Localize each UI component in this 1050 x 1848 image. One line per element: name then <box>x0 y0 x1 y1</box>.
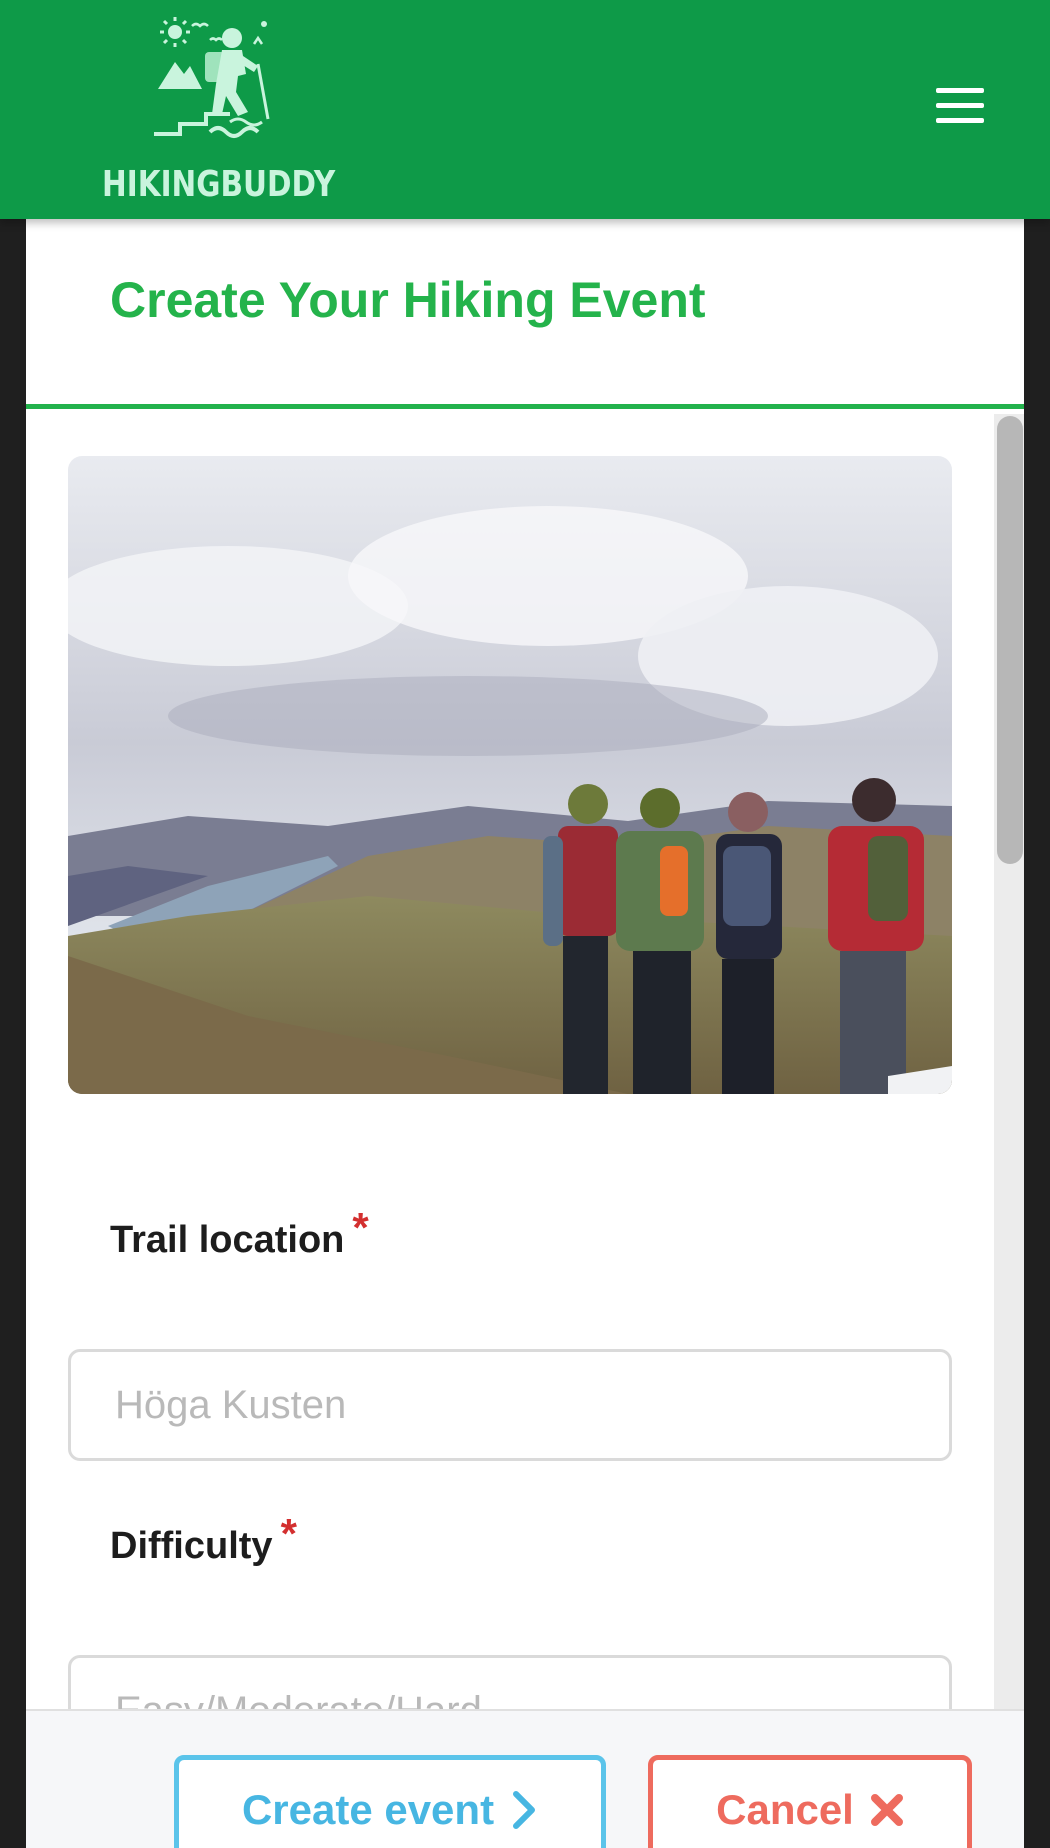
create-event-label: Create event <box>241 1786 495 1833</box>
brand-name: HIKINGBUDDY <box>102 164 336 205</box>
close-x-icon <box>870 1794 903 1826</box>
cancel-button[interactable]: Cancel <box>648 1755 972 1848</box>
trail-location-label-text: Trail location <box>110 1219 345 1261</box>
trail-location-label: Trail location * <box>110 1204 369 1262</box>
scrollbar-track[interactable] <box>994 414 1024 1714</box>
cancel-label: Cancel <box>716 1786 854 1833</box>
hamburger-menu-icon[interactable] <box>928 88 992 132</box>
difficulty-label-text: Difficulty <box>110 1525 273 1567</box>
modal-header: Create Your Hiking Event <box>26 219 1024 409</box>
brand-logo[interactable]: HIKINGBUDDY <box>100 14 340 205</box>
difficulty-input[interactable] <box>68 1655 952 1709</box>
modal-scroll-area[interactable]: Trail location* Difficulty* <box>26 414 1024 1709</box>
hero-image <box>68 456 952 1094</box>
page-title: Create Your Hiking Event <box>110 272 706 328</box>
modal-footer: Create event Cancel <box>26 1709 1024 1848</box>
scrollbar-thumb[interactable] <box>997 416 1023 864</box>
hiker-logo-icon <box>154 17 270 138</box>
create-event-modal: Create Your Hiking Event Trail location … <box>26 219 1024 1848</box>
top-navbar: HIKINGBUDDY <box>0 0 1050 219</box>
required-asterisk: * <box>352 1204 369 1251</box>
create-event-button[interactable]: Create event <box>174 1755 606 1848</box>
difficulty-label: Difficulty * <box>110 1510 297 1568</box>
trail-location-input[interactable] <box>68 1349 952 1461</box>
chevron-right-icon <box>513 1791 536 1829</box>
required-asterisk: * <box>280 1510 297 1557</box>
